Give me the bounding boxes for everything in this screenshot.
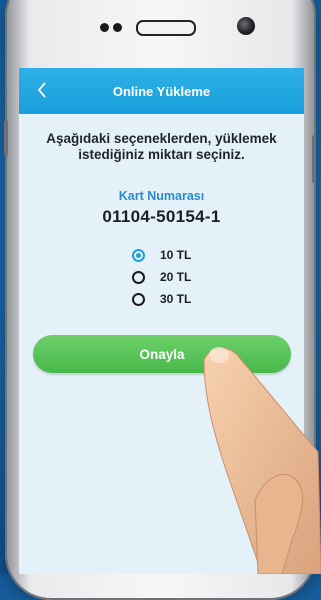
amount-option-30[interactable]: 30 TL (132, 289, 191, 309)
card-number-value: 01104-50154-1 (102, 207, 221, 226)
radio-icon[interactable] (132, 270, 145, 284)
volume-button (4, 120, 8, 156)
back-button[interactable] (29, 77, 55, 103)
card-number-label: Kart Numarası (118, 189, 205, 203)
sensor-dot (100, 23, 109, 32)
amount-options: 10 TL 20 TL 30 TL (132, 245, 191, 311)
chevron-left-icon (37, 82, 46, 98)
page-title: Online Yükleme (112, 83, 211, 99)
app-screen: Online Yükleme Aşağıdaki seçeneklerden, … (19, 68, 304, 574)
amount-option-10[interactable]: 10 TL (132, 245, 191, 265)
app-bar: Online Yükleme (19, 68, 304, 114)
speaker-grille (136, 20, 196, 36)
amount-option-label: 10 TL (160, 248, 192, 262)
front-camera (237, 17, 255, 35)
amount-option-label: 30 TL (160, 292, 192, 306)
power-button (312, 135, 316, 183)
confirm-button[interactable]: Onayla (33, 335, 291, 373)
instruction-text: Aşağıdaki seçeneklerden, yüklemek istedi… (46, 131, 277, 162)
sensor-dot (113, 23, 122, 32)
radio-icon[interactable] (132, 292, 145, 306)
amount-option-label: 20 TL (160, 270, 192, 284)
amount-option-20[interactable]: 20 TL (132, 267, 191, 287)
radio-selected-icon[interactable] (132, 248, 145, 262)
